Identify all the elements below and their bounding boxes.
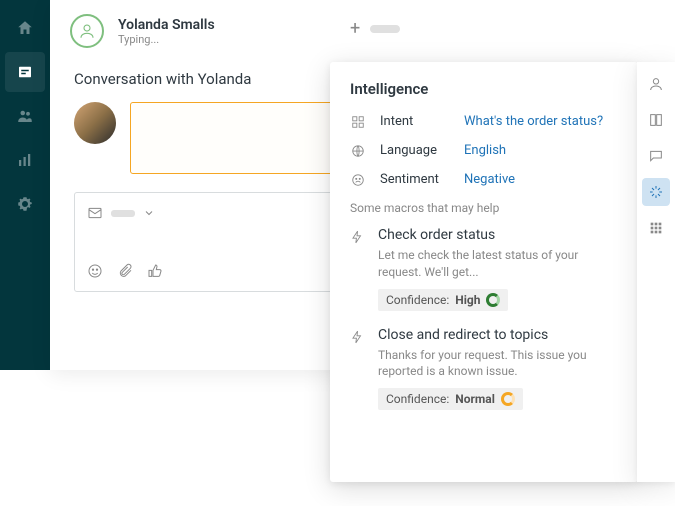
nav-customers[interactable] xyxy=(5,96,45,136)
confidence-pill: Confidence: High xyxy=(378,289,508,311)
ticket-icon xyxy=(16,63,34,81)
emoji-icon[interactable] xyxy=(87,263,103,279)
chevron-down-icon xyxy=(143,207,155,219)
person-icon xyxy=(648,76,664,92)
mail-icon xyxy=(87,205,103,221)
bolt-icon xyxy=(350,229,366,245)
right-rail xyxy=(637,62,675,482)
rail-apps[interactable] xyxy=(642,214,670,242)
chart-icon xyxy=(16,151,34,169)
tab-add[interactable]: + xyxy=(350,18,400,39)
bolt-icon xyxy=(350,329,366,345)
customer-avatar[interactable] xyxy=(74,102,116,144)
chat-icon xyxy=(648,148,664,164)
globe-icon xyxy=(350,144,366,158)
confidence-label: Confidence: xyxy=(386,392,449,406)
sentiment-row: Sentiment Negative xyxy=(350,172,618,187)
customer-status: Typing... xyxy=(118,33,215,46)
channel-placeholder xyxy=(111,210,135,217)
rail-intelligence[interactable] xyxy=(642,178,670,206)
confidence-pill: Confidence: Normal xyxy=(378,388,523,410)
macro-item[interactable]: Check order status Let me check the late… xyxy=(350,227,618,311)
intelligence-title: Intelligence xyxy=(350,80,618,98)
sparkle-icon xyxy=(648,184,664,200)
rail-user[interactable] xyxy=(642,70,670,98)
macro-item[interactable]: Close and redirect to topics Thanks for … xyxy=(350,327,618,411)
intelligence-panel: Intelligence Intent What's the order sta… xyxy=(330,62,638,482)
rail-knowledge[interactable] xyxy=(642,106,670,134)
confidence-value: High xyxy=(455,293,480,307)
nav-reports[interactable] xyxy=(5,140,45,180)
left-nav xyxy=(0,0,50,370)
header-avatar[interactable] xyxy=(70,14,104,48)
sentiment-label: Sentiment xyxy=(380,172,450,187)
nav-ticket[interactable] xyxy=(5,52,45,92)
customer-name: Yolanda Smalls xyxy=(118,17,215,33)
sentiment-value[interactable]: Negative xyxy=(464,172,515,187)
confidence-ring-icon xyxy=(486,293,500,307)
macro-desc: Let me check the latest status of your r… xyxy=(378,247,618,281)
nav-settings[interactable] xyxy=(5,184,45,224)
macro-title: Check order status xyxy=(378,227,618,243)
nav-home[interactable] xyxy=(5,8,45,48)
macro-desc: Thanks for your request. This issue you … xyxy=(378,347,618,381)
intent-icon xyxy=(350,115,366,129)
thumbs-up-icon[interactable] xyxy=(147,263,163,279)
home-icon xyxy=(16,19,34,37)
macro-title: Close and redirect to topics xyxy=(378,327,618,343)
tab-placeholder xyxy=(370,25,400,33)
rail-chat[interactable] xyxy=(642,142,670,170)
users-icon xyxy=(16,107,34,125)
intent-value[interactable]: What's the order status? xyxy=(464,114,603,129)
language-label: Language xyxy=(380,143,450,158)
face-icon xyxy=(350,173,366,187)
confidence-label: Confidence: xyxy=(386,293,449,307)
language-value[interactable]: English xyxy=(464,143,506,158)
language-row: Language English xyxy=(350,143,618,158)
attach-icon[interactable] xyxy=(117,263,133,279)
gear-icon xyxy=(16,195,34,213)
macro-hint: Some macros that may help xyxy=(350,201,618,215)
confidence-value: Normal xyxy=(455,392,495,406)
intent-row: Intent What's the order status? xyxy=(350,114,618,129)
person-icon xyxy=(78,22,96,40)
plus-icon: + xyxy=(350,18,360,39)
intent-label: Intent xyxy=(380,114,450,129)
confidence-ring-icon xyxy=(501,392,515,406)
book-icon xyxy=(648,112,664,128)
grid-icon xyxy=(648,220,664,236)
